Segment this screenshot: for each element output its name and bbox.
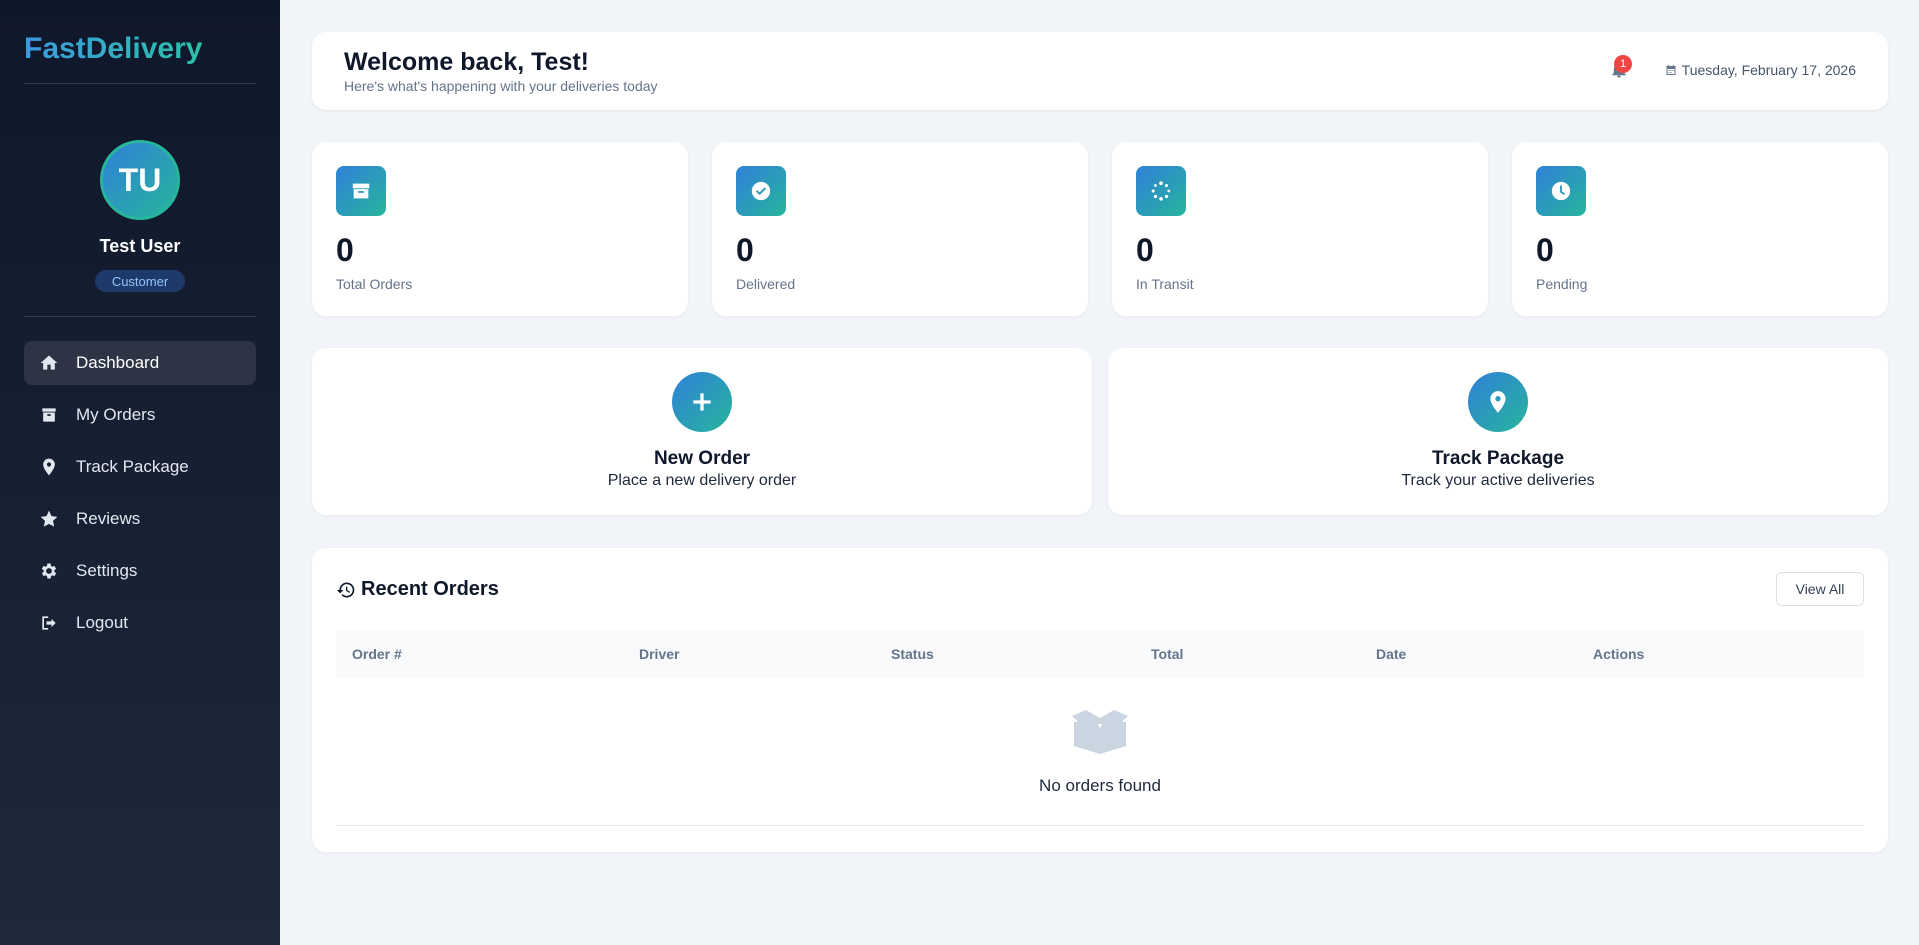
sidebar: FastDelivery TU Test User Customer Dashb… [0, 0, 280, 945]
calendar-icon [1666, 65, 1676, 75]
current-date: Tuesday, February 17, 2026 [1665, 62, 1856, 78]
avatar: TU [100, 140, 180, 220]
column-header-total[interactable]: Total [1151, 646, 1183, 662]
column-header-order[interactable]: Order # [352, 646, 402, 662]
logout-icon [38, 612, 60, 634]
star-icon [38, 508, 60, 530]
plus-icon [672, 372, 732, 432]
sidebar-divider [24, 83, 256, 84]
column-header-driver[interactable]: Driver [639, 646, 679, 662]
box-icon [38, 404, 60, 426]
sidebar-nav: Dashboard My Orders Track Package Review… [24, 341, 256, 653]
map-pin-icon [38, 456, 60, 478]
view-all-button[interactable]: View All [1776, 572, 1864, 606]
map-pin-icon [1468, 372, 1528, 432]
action-subtitle: Place a new delivery order [607, 472, 797, 489]
stat-label: In Transit [1136, 276, 1194, 292]
role-badge: Customer [95, 270, 185, 292]
sidebar-item-settings[interactable]: Settings [24, 549, 256, 593]
stat-value: 0 [336, 232, 354, 268]
empty-state-text: No orders found [1039, 776, 1161, 795]
sidebar-item-label: Logout [76, 613, 128, 632]
column-header-status[interactable]: Status [891, 646, 934, 662]
stat-label: Pending [1536, 276, 1588, 292]
user-name: Test User [99, 236, 181, 256]
history-icon [336, 582, 355, 597]
sidebar-item-reviews[interactable]: Reviews [24, 497, 256, 541]
open-box-icon [1070, 708, 1130, 754]
recent-orders-panel: Recent Orders View All Order # Driver St… [312, 548, 1888, 852]
action-subtitle: Track your active deliveries [1401, 472, 1595, 489]
orders-table-header: Order # Driver Status Total Date Actions [336, 630, 1864, 678]
clock-icon [1536, 166, 1586, 216]
sidebar-item-my-orders[interactable]: My Orders [24, 393, 256, 437]
stat-value: 0 [736, 232, 754, 268]
date-text: Tuesday, February 17, 2026 [1681, 62, 1856, 78]
welcome-header: Welcome back, Test! Here's what's happen… [312, 32, 1888, 110]
stat-value: 0 [1536, 232, 1554, 268]
stat-card-in-transit: 0 In Transit [1112, 142, 1488, 316]
stat-card-total-orders: 0 Total Orders [312, 142, 688, 316]
gear-icon [38, 560, 60, 582]
recent-orders-title-text: Recent Orders [361, 578, 499, 600]
stat-label: Total Orders [336, 276, 413, 292]
column-header-date[interactable]: Date [1376, 646, 1406, 662]
sidebar-item-label: Dashboard [76, 353, 160, 372]
column-header-actions[interactable]: Actions [1593, 646, 1644, 662]
sidebar-item-label: My Orders [76, 405, 156, 424]
spinner-icon [1136, 166, 1186, 216]
stat-value: 0 [1136, 232, 1154, 268]
sidebar-item-label: Track Package [76, 457, 189, 476]
new-order-card[interactable]: New Order Place a new delivery order [312, 348, 1092, 515]
sidebar-divider [24, 316, 256, 317]
check-circle-icon [736, 166, 786, 216]
stat-card-pending: 0 Pending [1512, 142, 1888, 316]
sidebar-item-track-package[interactable]: Track Package [24, 445, 256, 489]
notification-badge: 1 [1614, 55, 1632, 73]
action-title: Track Package [1431, 448, 1565, 469]
sidebar-item-label: Reviews [76, 509, 141, 528]
stat-label: Delivered [736, 276, 796, 292]
page-subtitle: Here's what's happening with your delive… [344, 78, 658, 94]
home-icon [38, 352, 60, 374]
page-title: Welcome back, Test! [344, 48, 589, 76]
track-package-card[interactable]: Track Package Track your active deliveri… [1108, 348, 1888, 515]
box-icon [336, 166, 386, 216]
action-title: New Order [653, 448, 751, 469]
sidebar-item-dashboard[interactable]: Dashboard [24, 341, 256, 385]
sidebar-item-logout[interactable]: Logout [24, 601, 256, 645]
recent-orders-title: Recent Orders [336, 578, 499, 601]
empty-state: No orders found [336, 678, 1864, 826]
sidebar-item-label: Settings [76, 561, 138, 580]
stat-card-delivered: 0 Delivered [712, 142, 1088, 316]
brand-logo[interactable]: FastDelivery [24, 32, 202, 66]
